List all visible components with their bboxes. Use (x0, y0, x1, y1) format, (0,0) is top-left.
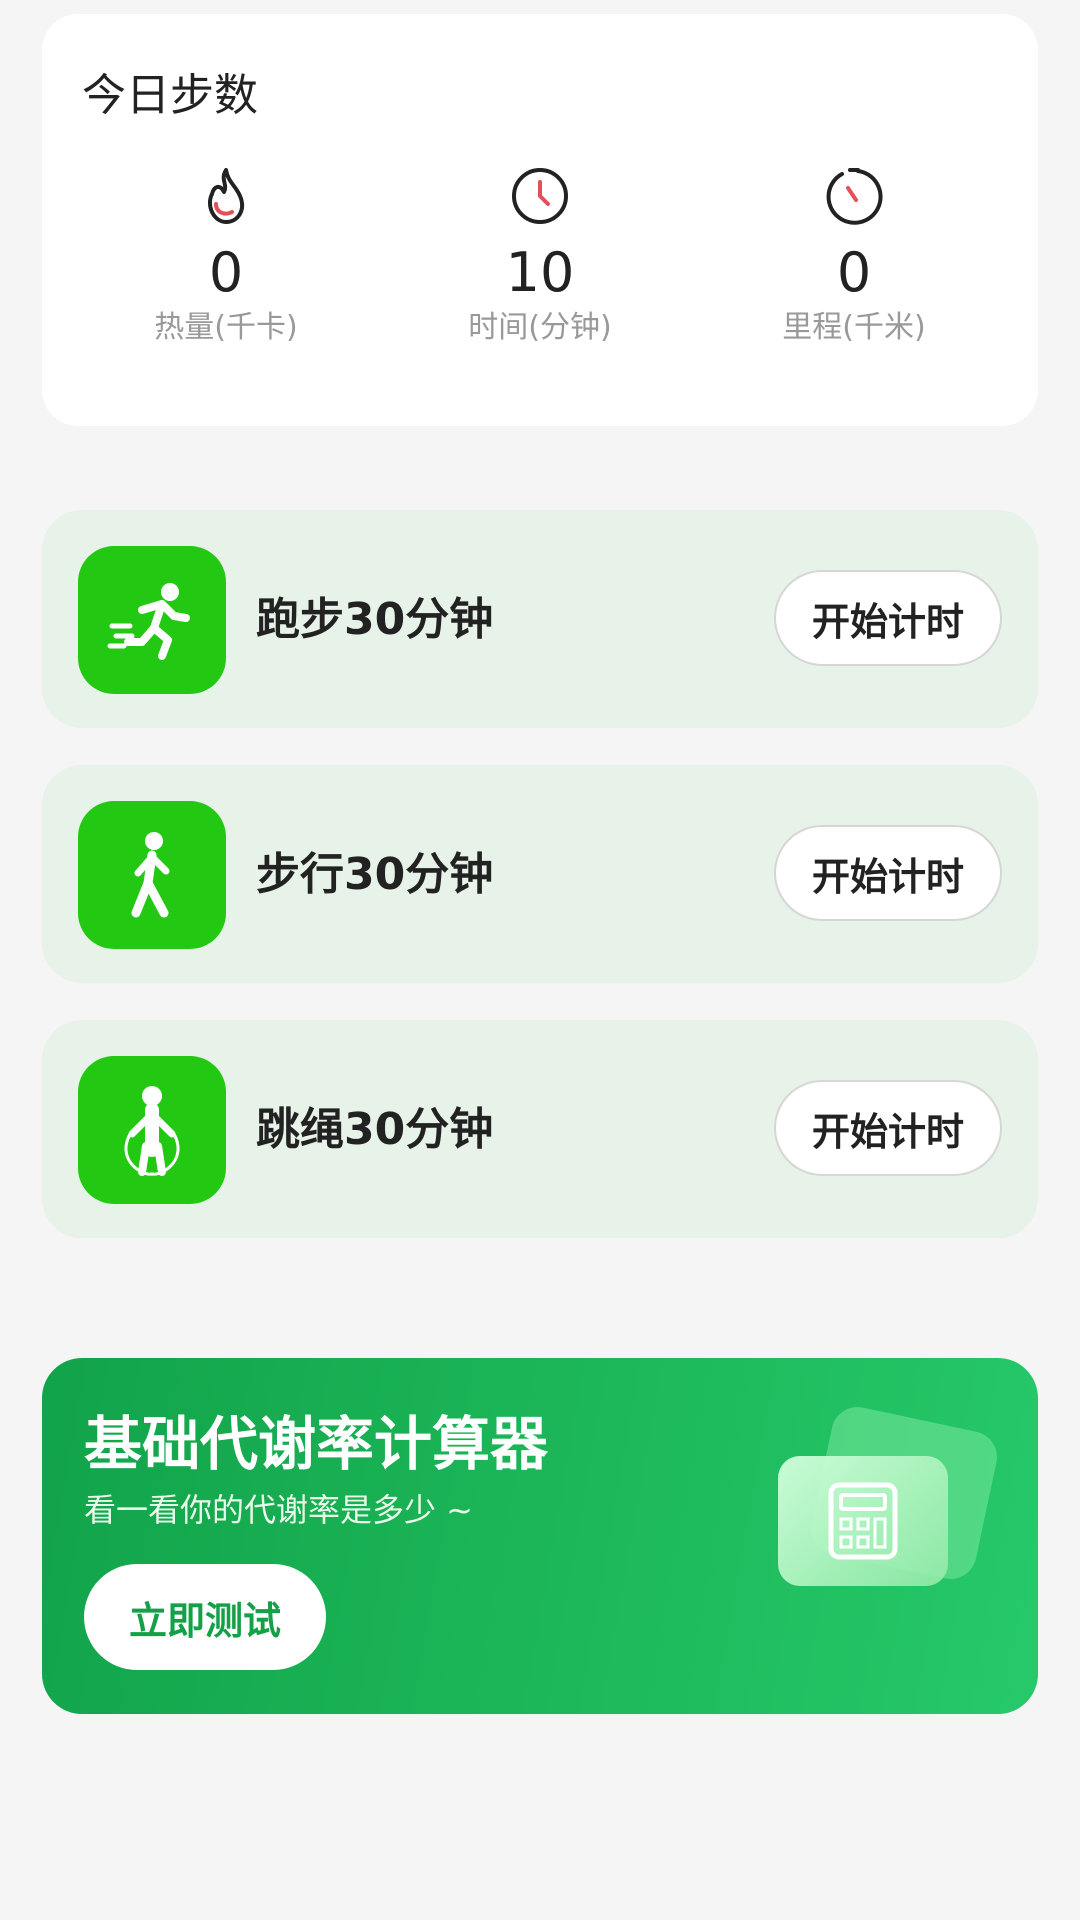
stat-time: 10 时间(分钟) (400, 164, 680, 348)
activity-running: 跑步30分钟 开始计时 (42, 510, 1038, 728)
clock-icon (512, 168, 568, 224)
stat-calories-label: 热量(千卡) (154, 310, 298, 345)
jump-rope-icon (78, 1056, 226, 1204)
start-timer-button-walking[interactable]: 开始计时 (774, 825, 1002, 921)
start-timer-button-jump-rope[interactable]: 开始计时 (774, 1080, 1002, 1176)
today-steps-card: 今日步数 0 热量(千卡) 10 时间(分钟) 0 里程(千米) (42, 14, 1038, 426)
stat-calories: 0 热量(千卡) (86, 164, 366, 348)
activity-jump-rope-label: 跳绳30分钟 (256, 1104, 494, 1155)
stat-distance-label: 里程(千米) (782, 310, 926, 345)
walking-icon (78, 801, 226, 949)
test-now-button[interactable]: 立即测试 (84, 1564, 326, 1670)
stat-distance-value: 0 (836, 241, 872, 304)
page: 今日步数 0 热量(千卡) 10 时间(分钟) 0 里程(千米) 跑步30分钟 … (0, 0, 1080, 1920)
banner-title: 基础代谢率计算器 (84, 1410, 549, 1478)
stat-time-value: 10 (505, 241, 575, 304)
bmr-calculator-banner[interactable]: 基础代谢率计算器 看一看你的代谢率是多少 ~ 立即测试 (42, 1358, 1038, 1714)
activity-walking: 步行30分钟 开始计时 (42, 765, 1038, 983)
flame-icon (207, 168, 245, 224)
activity-running-label: 跑步30分钟 (256, 594, 494, 645)
stat-calories-value: 0 (208, 241, 244, 304)
calculator-icon (778, 1456, 948, 1586)
stat-time-label: 时间(分钟) (468, 310, 612, 345)
stopwatch-icon (826, 168, 883, 225)
stats-title: 今日步数 (82, 70, 258, 121)
activity-walking-label: 步行30分钟 (256, 849, 494, 900)
running-icon (78, 546, 226, 694)
activity-jump-rope: 跳绳30分钟 开始计时 (42, 1020, 1038, 1238)
stat-distance: 0 里程(千米) (714, 164, 994, 348)
start-timer-button-running[interactable]: 开始计时 (774, 570, 1002, 666)
banner-subtitle: 看一看你的代谢率是多少 ~ (84, 1491, 473, 1529)
